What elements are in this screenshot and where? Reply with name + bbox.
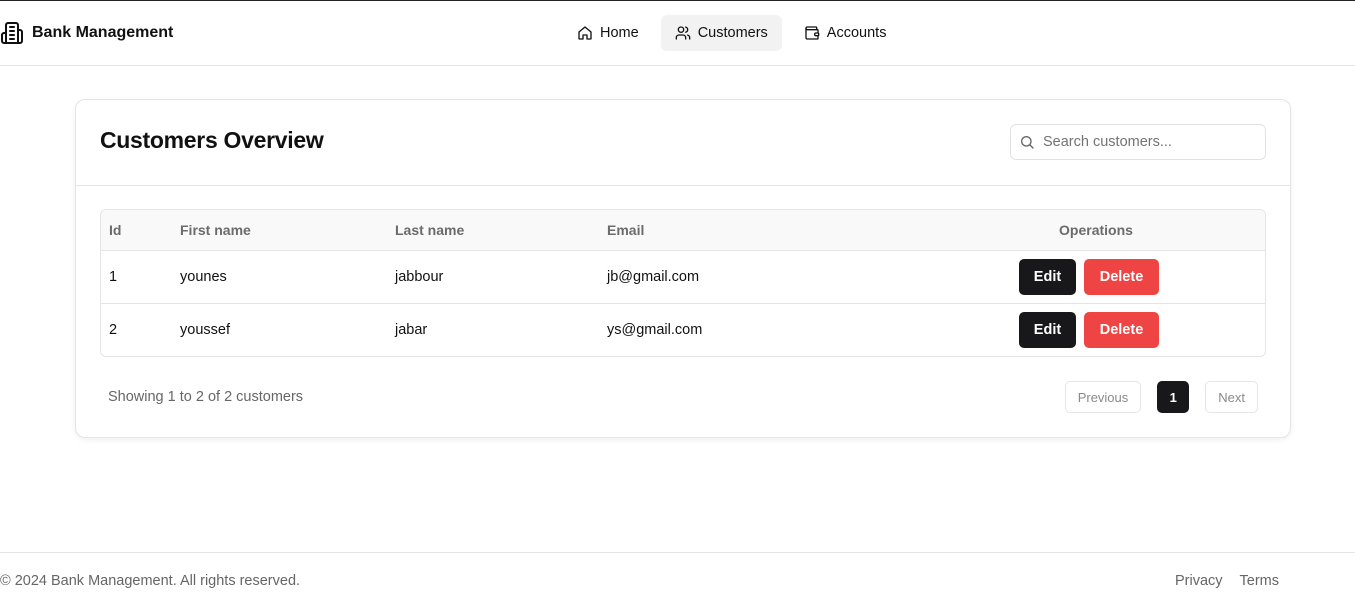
cell-id: 1 bbox=[109, 268, 118, 285]
cell-last-name: jabbour bbox=[395, 268, 444, 285]
terms-link[interactable]: Terms bbox=[1240, 573, 1279, 589]
cell-id: 2 bbox=[109, 321, 118, 338]
cell-first-name: younes bbox=[180, 268, 227, 285]
results-summary: Showing 1 to 2 of 2 customers bbox=[108, 389, 304, 405]
edit-button[interactable]: Edit bbox=[1019, 258, 1076, 295]
customers-card: Customers Overview Id First name Last na… bbox=[75, 99, 1291, 438]
previous-page-button[interactable]: Previous bbox=[1064, 381, 1142, 413]
brand-name: Bank Management bbox=[32, 24, 174, 41]
cell-email: ys@gmail.com bbox=[607, 321, 703, 338]
table-row: 1 younes jabbour jb@gmail.com Edit Delet… bbox=[101, 250, 1265, 303]
footer-links: Privacy Terms bbox=[1175, 573, 1279, 589]
brand[interactable]: Bank Management bbox=[0, 21, 173, 45]
next-page-button[interactable]: Next bbox=[1205, 381, 1258, 413]
delete-button[interactable]: Delete bbox=[1084, 258, 1159, 295]
home-icon bbox=[577, 25, 593, 41]
nav-home[interactable]: Home bbox=[563, 15, 653, 51]
delete-button[interactable]: Delete bbox=[1084, 311, 1159, 348]
search-box[interactable] bbox=[1010, 124, 1266, 160]
main-nav: Home Customers Accounts bbox=[563, 15, 900, 51]
search-icon bbox=[1019, 134, 1035, 150]
edit-button[interactable]: Edit bbox=[1019, 311, 1076, 348]
nav-customers-label: Customers bbox=[697, 25, 768, 41]
column-header-last-name: Last name bbox=[395, 221, 465, 238]
cell-email: jb@gmail.com bbox=[607, 268, 700, 285]
search-input[interactable] bbox=[1043, 134, 1243, 150]
wallet-icon bbox=[804, 25, 820, 41]
cell-operations: Edit Delete bbox=[927, 303, 1265, 356]
page-title: Customers Overview bbox=[100, 127, 324, 153]
column-header-email: Email bbox=[607, 221, 645, 238]
copyright-text: © 2024 Bank Management. All rights reser… bbox=[0, 573, 301, 589]
privacy-link[interactable]: Privacy bbox=[1175, 573, 1223, 589]
nav-customers[interactable]: Customers bbox=[660, 15, 782, 51]
top-navbar: Bank Management Home Customers Accounts bbox=[0, 1, 1355, 66]
customers-table: Id First name Last name Email Operations… bbox=[100, 209, 1266, 357]
column-header-operations: Operations bbox=[1059, 221, 1133, 238]
nav-accounts-label: Accounts bbox=[826, 25, 887, 41]
cell-last-name: jabar bbox=[395, 321, 428, 338]
page-number-button[interactable]: 1 bbox=[1157, 381, 1190, 413]
nav-home-label: Home bbox=[600, 25, 639, 41]
building-icon bbox=[0, 21, 24, 45]
users-icon bbox=[675, 25, 691, 41]
table-header-row: Id First name Last name Email Operations bbox=[101, 210, 1265, 250]
cell-first-name: youssef bbox=[180, 321, 230, 338]
site-footer: © 2024 Bank Management. All rights reser… bbox=[0, 552, 1355, 602]
nav-accounts[interactable]: Accounts bbox=[790, 15, 901, 51]
pagination: Previous 1 Next bbox=[1064, 381, 1258, 413]
card-header: Customers Overview bbox=[76, 100, 1290, 186]
column-header-first-name: First name bbox=[180, 221, 251, 238]
table-row: 2 youssef jabar ys@gmail.com Edit Delete bbox=[101, 303, 1265, 356]
column-header-id: Id bbox=[109, 221, 122, 238]
cell-operations: Edit Delete bbox=[927, 250, 1265, 303]
